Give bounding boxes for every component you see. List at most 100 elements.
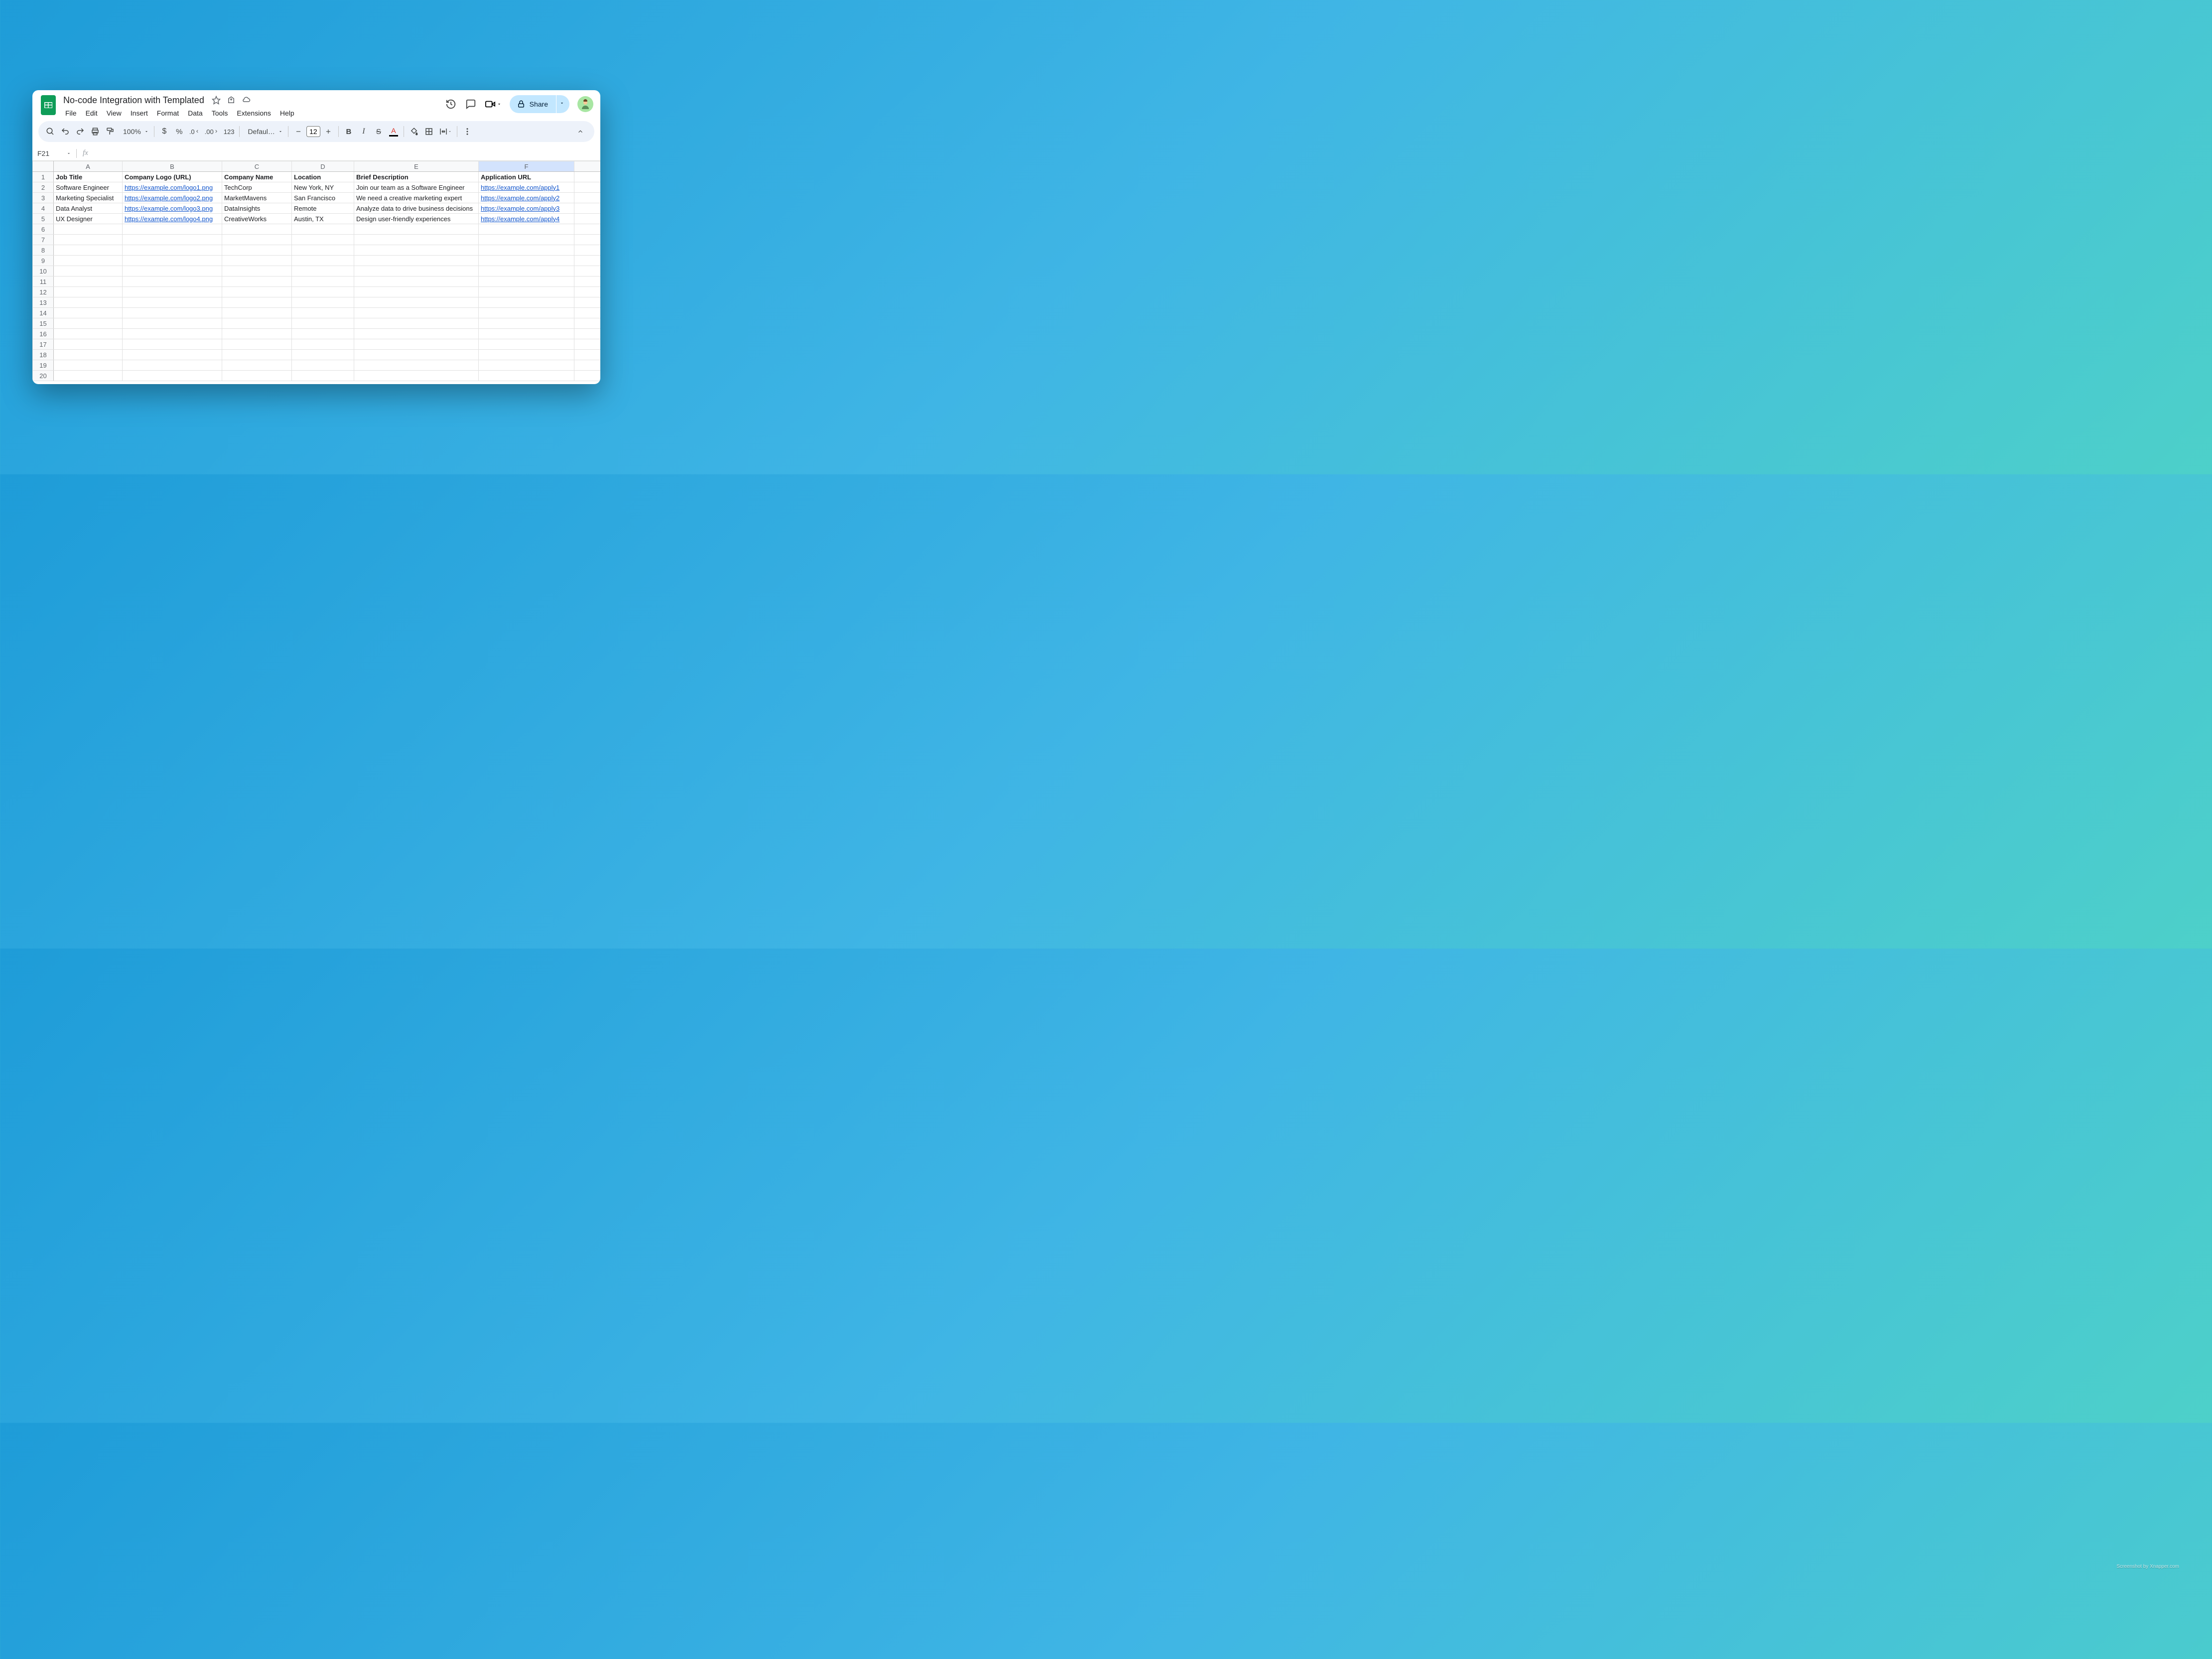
- cell[interactable]: [54, 235, 123, 245]
- cell-link[interactable]: https://example.com/logo1.png: [125, 184, 213, 191]
- menu-view[interactable]: View: [103, 107, 126, 120]
- row-header-14[interactable]: 14: [33, 308, 54, 318]
- cell[interactable]: [574, 182, 601, 193]
- cell[interactable]: [354, 287, 479, 297]
- font-select[interactable]: Defaul…: [243, 125, 284, 138]
- cell-link[interactable]: https://example.com/logo2.png: [125, 194, 213, 202]
- cell[interactable]: [479, 371, 574, 381]
- row-header-12[interactable]: 12: [33, 287, 54, 297]
- cell[interactable]: [354, 266, 479, 276]
- cell[interactable]: [54, 350, 123, 360]
- row-header-4[interactable]: 4: [33, 203, 54, 214]
- cell[interactable]: [574, 276, 601, 287]
- menu-insert[interactable]: Insert: [127, 107, 152, 120]
- cell[interactable]: [574, 224, 601, 235]
- column-header-E[interactable]: E: [354, 161, 479, 172]
- cell[interactable]: [354, 245, 479, 256]
- cell[interactable]: [574, 339, 601, 350]
- cell[interactable]: [54, 318, 123, 329]
- menu-format[interactable]: Format: [153, 107, 183, 120]
- cell[interactable]: [479, 266, 574, 276]
- row-header-6[interactable]: 6: [33, 224, 54, 235]
- cell[interactable]: [123, 318, 222, 329]
- cell[interactable]: [354, 371, 479, 381]
- percent-icon[interactable]: %: [172, 125, 186, 138]
- cell[interactable]: [479, 235, 574, 245]
- collapse-toolbar-icon[interactable]: [573, 125, 587, 138]
- cell[interactable]: [292, 360, 354, 371]
- cell[interactable]: https://example.com/logo4.png: [123, 214, 222, 224]
- cell[interactable]: [574, 287, 601, 297]
- document-title[interactable]: No-code Integration with Templated: [61, 94, 206, 107]
- cell[interactable]: [292, 350, 354, 360]
- cell[interactable]: Company Logo (URL): [123, 172, 222, 182]
- cell[interactable]: Application URL: [479, 172, 574, 182]
- cell[interactable]: https://example.com/apply3: [479, 203, 574, 214]
- column-header-D[interactable]: D: [292, 161, 354, 172]
- cell[interactable]: [354, 235, 479, 245]
- decrease-font-icon[interactable]: [291, 125, 305, 138]
- cell[interactable]: [123, 329, 222, 339]
- cell[interactable]: [574, 214, 601, 224]
- cell[interactable]: [354, 256, 479, 266]
- row-header-5[interactable]: 5: [33, 214, 54, 224]
- cell[interactable]: [123, 224, 222, 235]
- cell[interactable]: We need a creative marketing expert: [354, 193, 479, 203]
- cell[interactable]: [123, 245, 222, 256]
- cell[interactable]: [479, 308, 574, 318]
- cell[interactable]: [574, 297, 601, 308]
- cell[interactable]: [574, 245, 601, 256]
- comment-icon[interactable]: [465, 98, 477, 110]
- cell[interactable]: [292, 276, 354, 287]
- row-header-13[interactable]: 13: [33, 297, 54, 308]
- cell[interactable]: [479, 256, 574, 266]
- cell[interactable]: Brief Description: [354, 172, 479, 182]
- cell[interactable]: [574, 203, 601, 214]
- cell[interactable]: [292, 287, 354, 297]
- currency-icon[interactable]: $: [157, 125, 171, 138]
- cell[interactable]: [479, 287, 574, 297]
- cell[interactable]: [54, 339, 123, 350]
- cell[interactable]: MarketMavens: [222, 193, 292, 203]
- cell[interactable]: [123, 371, 222, 381]
- cell[interactable]: [479, 245, 574, 256]
- cell[interactable]: [123, 350, 222, 360]
- history-icon[interactable]: [445, 98, 457, 110]
- row-header-9[interactable]: 9: [33, 256, 54, 266]
- cell[interactable]: [222, 371, 292, 381]
- cloud-saved-icon[interactable]: [241, 95, 251, 105]
- cell[interactable]: [54, 266, 123, 276]
- cell[interactable]: [354, 276, 479, 287]
- cell[interactable]: [222, 235, 292, 245]
- cell[interactable]: [54, 287, 123, 297]
- cell[interactable]: [479, 329, 574, 339]
- app-icon[interactable]: [39, 94, 57, 116]
- cell[interactable]: [54, 297, 123, 308]
- cell-link[interactable]: https://example.com/apply1: [481, 184, 559, 191]
- cell[interactable]: [354, 329, 479, 339]
- cell[interactable]: [123, 266, 222, 276]
- undo-icon[interactable]: [58, 125, 72, 138]
- cell[interactable]: [54, 256, 123, 266]
- italic-icon[interactable]: I: [357, 125, 371, 138]
- cell[interactable]: [354, 308, 479, 318]
- cell[interactable]: [222, 339, 292, 350]
- cell[interactable]: [54, 224, 123, 235]
- cell[interactable]: https://example.com/apply4: [479, 214, 574, 224]
- name-box[interactable]: F21: [32, 149, 76, 157]
- cell[interactable]: [123, 287, 222, 297]
- cell[interactable]: [222, 245, 292, 256]
- move-icon[interactable]: [226, 95, 236, 105]
- cell[interactable]: [123, 297, 222, 308]
- cell-link[interactable]: https://example.com/logo4.png: [125, 215, 213, 223]
- avatar[interactable]: [577, 96, 593, 112]
- cell[interactable]: [292, 297, 354, 308]
- cell[interactable]: [292, 245, 354, 256]
- cell[interactable]: https://example.com/apply1: [479, 182, 574, 193]
- cell[interactable]: [354, 297, 479, 308]
- cell-link[interactable]: https://example.com/apply4: [481, 215, 559, 223]
- cell[interactable]: New York, NY: [292, 182, 354, 193]
- borders-icon[interactable]: [422, 125, 436, 138]
- cell[interactable]: [574, 256, 601, 266]
- row-header-10[interactable]: 10: [33, 266, 54, 276]
